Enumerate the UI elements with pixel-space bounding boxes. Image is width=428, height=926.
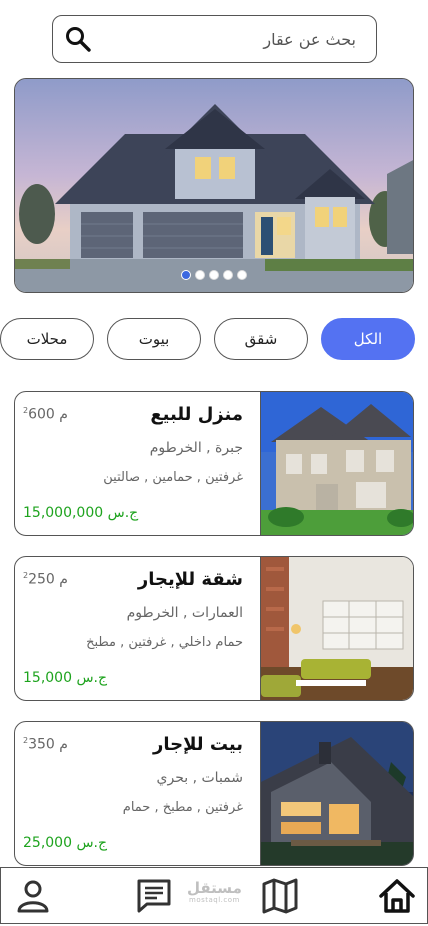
carousel-dot-4[interactable] xyxy=(223,270,233,280)
filter-apartments[interactable]: شقق xyxy=(214,318,308,360)
map-icon[interactable] xyxy=(260,876,300,916)
listing-card[interactable]: منزل للبيع 2600 م جبرة , الخرطوم غرفتين … xyxy=(14,391,414,536)
filter-shops[interactable]: محلات xyxy=(0,318,94,360)
listing-card[interactable]: شقة للإيجار 2250 م العمارات , الخرطوم حم… xyxy=(14,556,414,701)
carousel-dot-2[interactable] xyxy=(195,270,205,280)
listing-area: 2350 م xyxy=(23,736,68,753)
listing-info: شقة للإيجار 2250 م العمارات , الخرطوم حم… xyxy=(15,557,261,700)
listing-card[interactable]: بيت للإجار 2350 م شمبات , بحري غرفتين , … xyxy=(14,721,414,866)
listing-title: منزل للبيع xyxy=(150,404,243,425)
listing-price: 15,000 ج.س xyxy=(23,670,108,686)
listing-features: حمام داخلي , غرفتين , مطبخ xyxy=(86,635,243,650)
hero-carousel[interactable] xyxy=(14,78,414,293)
search-input[interactable] xyxy=(116,29,356,49)
listing-photo xyxy=(260,557,413,700)
search-bar[interactable] xyxy=(52,15,377,63)
watermark: مستقل mostaql.com xyxy=(187,879,242,905)
profile-icon[interactable] xyxy=(13,876,53,916)
listing-location: شمبات , بحري xyxy=(156,770,243,786)
listing-area: 2250 م xyxy=(23,571,68,588)
carousel-dots xyxy=(181,270,247,280)
listing-location: جبرة , الخرطوم xyxy=(149,440,243,456)
hero-house-image xyxy=(15,79,413,292)
filter-houses[interactable]: بيوت xyxy=(107,318,201,360)
category-filters: الكل شقق بيوت محلات xyxy=(0,318,428,360)
carousel-dot-3[interactable] xyxy=(209,270,219,280)
listing-info: بيت للإجار 2350 م شمبات , بحري غرفتين , … xyxy=(15,722,261,865)
listing-price: 15,000,000 ج.س xyxy=(23,505,139,521)
listing-title: شقة للإيجار xyxy=(137,569,243,590)
listing-area: 2600 م xyxy=(23,406,68,423)
listing-location: العمارات , الخرطوم xyxy=(126,605,243,621)
chat-icon[interactable] xyxy=(134,876,174,916)
bottom-nav: مستقل mostaql.com xyxy=(0,867,428,924)
listing-features: غرفتين , مطبخ , حمام xyxy=(122,800,243,815)
listing-photo xyxy=(260,392,413,535)
listing-title: بيت للإجار xyxy=(153,734,243,755)
listing-photo xyxy=(260,722,413,865)
carousel-dot-1[interactable] xyxy=(181,270,191,280)
listing-features: غرفتين , حمامين , صالتين xyxy=(103,470,243,485)
filter-all[interactable]: الكل xyxy=(321,318,415,360)
listing-price: 25,000 ج.س xyxy=(23,835,108,851)
search-icon[interactable] xyxy=(65,26,91,52)
listing-info: منزل للبيع 2600 م جبرة , الخرطوم غرفتين … xyxy=(15,392,261,535)
home-icon[interactable] xyxy=(377,876,417,916)
carousel-dot-5[interactable] xyxy=(237,270,247,280)
